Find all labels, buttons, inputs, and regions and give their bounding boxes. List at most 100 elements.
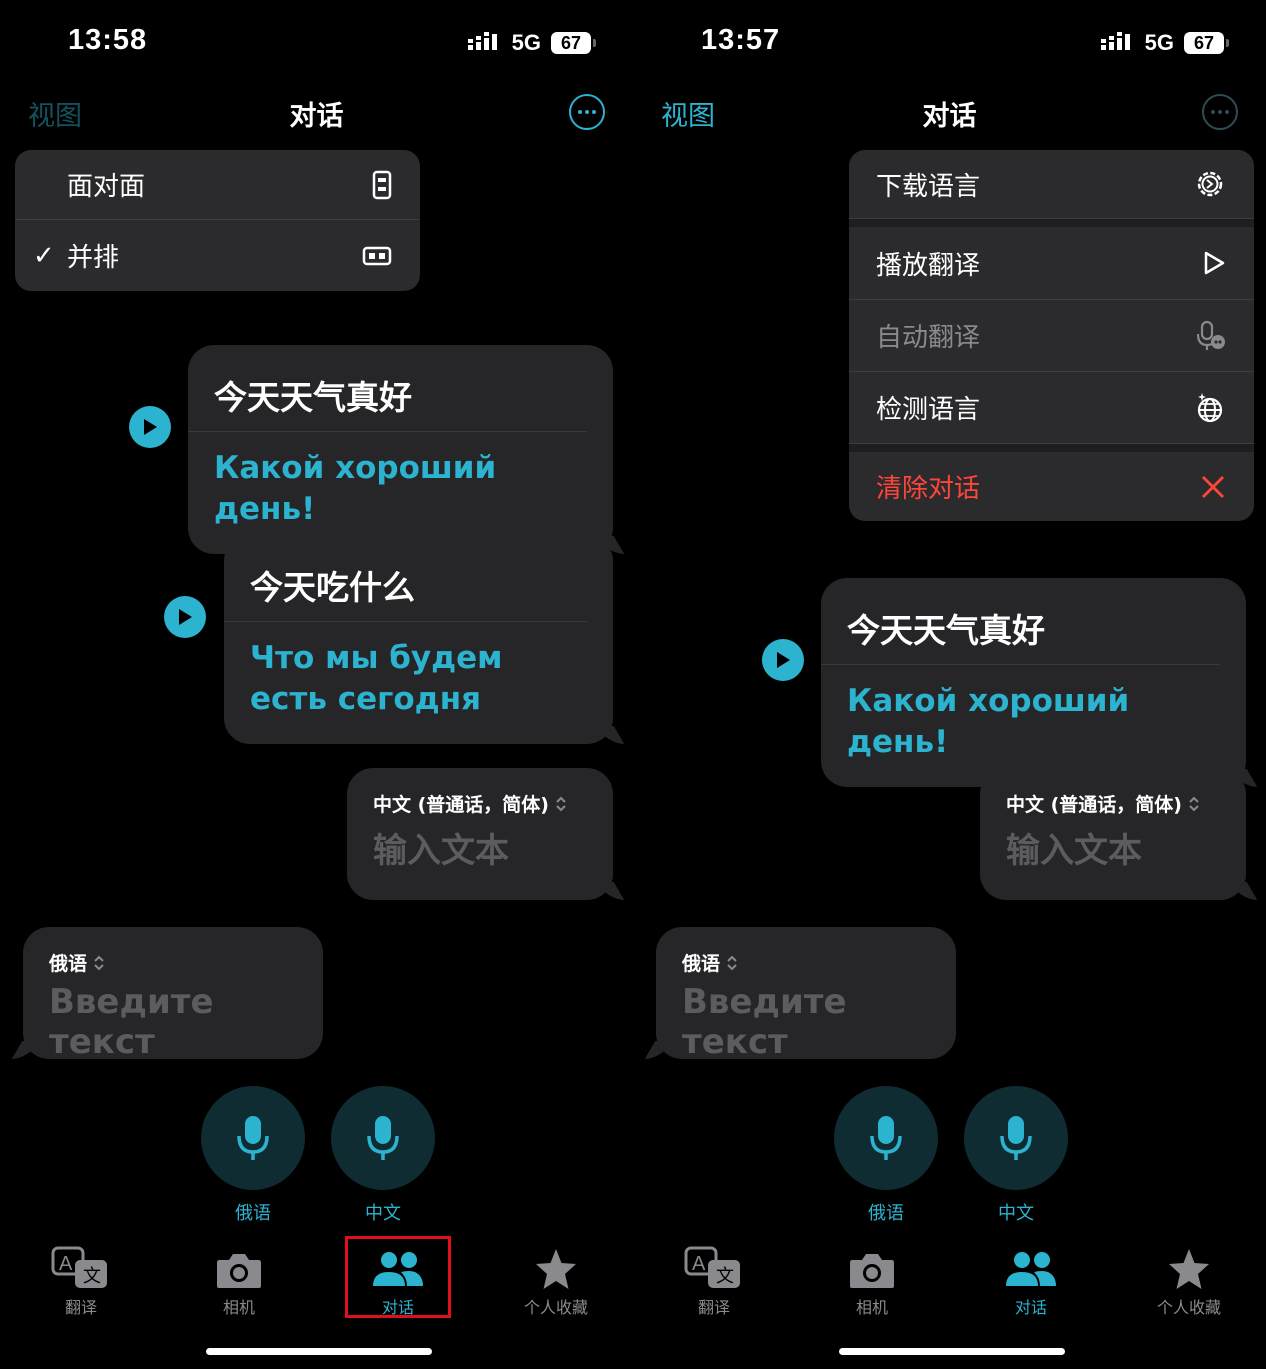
battery-level: 67	[1184, 32, 1229, 54]
more-icon-dot	[592, 110, 596, 114]
mic-button-chinese[interactable]	[331, 1086, 435, 1190]
download-gear-icon	[1194, 168, 1226, 200]
language-label: 俄语	[49, 953, 88, 975]
people-icon	[1006, 1252, 1056, 1286]
phone-portrait-icon	[372, 170, 392, 200]
language-label: 俄语	[682, 953, 721, 975]
language-selector[interactable]: 俄语	[656, 927, 956, 976]
menu-separator	[849, 444, 1254, 452]
close-icon	[1200, 474, 1226, 500]
menu-separator	[849, 219, 1254, 227]
left-screen: 13:58 5G 67 视图 对话 面对面 ✓ 并排 今天天气真好 Какой …	[0, 0, 633, 1369]
view-menu: 面对面 ✓ 并排	[15, 150, 420, 291]
menu-item-label: 下载语言	[876, 171, 981, 202]
tab-label: 相机	[855, 1298, 888, 1317]
play-button[interactable]	[762, 639, 804, 681]
page-title: 对话	[922, 101, 977, 132]
russian-input-field[interactable]: 俄语 Введите текст	[23, 927, 323, 1062]
play-icon	[777, 652, 790, 668]
mic-button-russian[interactable]	[201, 1086, 305, 1190]
menu-item-label: 清除对话	[876, 474, 981, 504]
options-menu: 下载语言 播放翻译 自动翻译 检测语言 清除对话	[849, 150, 1254, 521]
message-translation-text: Что мы будем есть сегодня	[250, 640, 503, 718]
menu-item-clear-conversation[interactable]: 清除对话	[849, 452, 1254, 521]
mic-label: 中文	[998, 1203, 1034, 1224]
more-options-button[interactable]	[1202, 94, 1238, 130]
tab-label: 对话	[1014, 1298, 1047, 1317]
svg-text:A: A	[59, 1253, 73, 1275]
more-options-button[interactable]	[569, 94, 605, 130]
tab-camera[interactable]: 相机	[812, 1240, 932, 1318]
play-icon	[144, 419, 157, 435]
chevron-up-down-icon	[1189, 796, 1199, 811]
home-indicator	[839, 1348, 1065, 1355]
language-selector[interactable]: 中文 (普通话，简体)	[980, 768, 1246, 817]
camera-icon	[217, 1254, 261, 1288]
mic-button-russian[interactable]	[834, 1086, 938, 1190]
phone-landscape-icon	[362, 246, 392, 266]
language-selector[interactable]: 中文 (普通话，简体)	[347, 768, 613, 817]
language-selector[interactable]: 俄语	[23, 927, 323, 976]
more-icon-dot	[585, 110, 589, 114]
star-icon	[1169, 1249, 1209, 1289]
message-source-text: 今天天气真好	[821, 578, 1220, 665]
russian-input-field[interactable]: 俄语 Введите текст	[656, 927, 956, 1062]
tab-favorites[interactable]: 个人收藏	[496, 1240, 616, 1318]
tab-camera[interactable]: 相机	[179, 1240, 299, 1318]
play-button[interactable]	[164, 596, 206, 638]
tab-label: 相机	[222, 1298, 255, 1317]
message-source-text: 今天天气真好	[188, 345, 587, 432]
signal-icon	[467, 32, 497, 50]
language-label: 中文 (普通话，简体)	[373, 794, 549, 816]
tab-label: 个人收藏	[1156, 1298, 1221, 1317]
auto-mic-icon	[1196, 320, 1226, 352]
tab-favorites[interactable]: 个人收藏	[1129, 1240, 1249, 1318]
tab-translate[interactable]: A文 翻译	[21, 1240, 141, 1318]
page-title: 对话	[289, 101, 344, 132]
menu-item-face-to-face[interactable]: 面对面	[15, 150, 420, 220]
chevron-up-down-icon	[727, 955, 737, 970]
chevron-up-down-icon	[556, 796, 566, 811]
message-bubble[interactable]: 今天天气真好 Какой хороший день!	[821, 578, 1246, 788]
more-icon-dot	[1218, 110, 1222, 114]
tab-label: 翻译	[64, 1298, 97, 1317]
menu-item-download-languages[interactable]: 下载语言	[849, 150, 1254, 219]
input-placeholder: 输入文本	[1006, 831, 1142, 871]
tab-label: 个人收藏	[523, 1298, 588, 1317]
input-placeholder: Введите текст	[682, 982, 847, 1062]
chinese-input-field[interactable]: 中文 (普通话，简体) 输入文本	[980, 768, 1246, 900]
tab-conversation[interactable]: 对话	[971, 1240, 1091, 1318]
menu-item-label: 播放翻译	[876, 250, 981, 281]
mic-button-chinese[interactable]	[964, 1086, 1068, 1190]
status-indicators: 5G 67	[467, 30, 596, 56]
menu-item-auto-translate[interactable]: 自动翻译	[849, 300, 1254, 372]
translate-icon: A文	[51, 1246, 107, 1288]
mic-label: 俄语	[868, 1203, 904, 1224]
menu-item-detect-language[interactable]: 检测语言	[849, 372, 1254, 444]
tab-translate[interactable]: A文 翻译	[654, 1240, 774, 1318]
message-source-text: 今天吃什么	[224, 535, 587, 622]
signal-icon	[1100, 32, 1130, 50]
menu-item-side-by-side[interactable]: ✓ 并排	[15, 220, 420, 291]
menu-item-play-translation[interactable]: 播放翻译	[849, 227, 1254, 300]
chinese-input-field[interactable]: 中文 (普通话，简体) 输入文本	[347, 768, 613, 900]
star-icon	[536, 1249, 576, 1289]
highlight-box	[345, 1236, 451, 1318]
input-placeholder: Введите текст	[49, 982, 214, 1062]
message-bubble[interactable]: 今天天气真好 Какой хороший день!	[188, 345, 613, 555]
chevron-up-down-icon	[94, 955, 104, 970]
play-outline-icon	[1202, 250, 1226, 276]
play-button[interactable]	[129, 406, 171, 448]
more-icon-dot	[1211, 110, 1215, 114]
svg-text:A: A	[692, 1253, 706, 1275]
message-bubble[interactable]: 今天吃什么 Что мы будем есть сегодня	[224, 535, 613, 745]
microphone-icon	[870, 1116, 902, 1160]
mic-label: 俄语	[235, 1203, 271, 1224]
camera-icon	[850, 1254, 894, 1288]
more-icon-dot	[1225, 110, 1229, 114]
menu-item-label: 并排	[67, 243, 120, 273]
tab-label: 翻译	[697, 1298, 730, 1317]
status-time: 13:58	[68, 24, 148, 56]
globe-sparkle-icon	[1194, 392, 1226, 424]
status-indicators: 5G 67	[1100, 30, 1229, 56]
